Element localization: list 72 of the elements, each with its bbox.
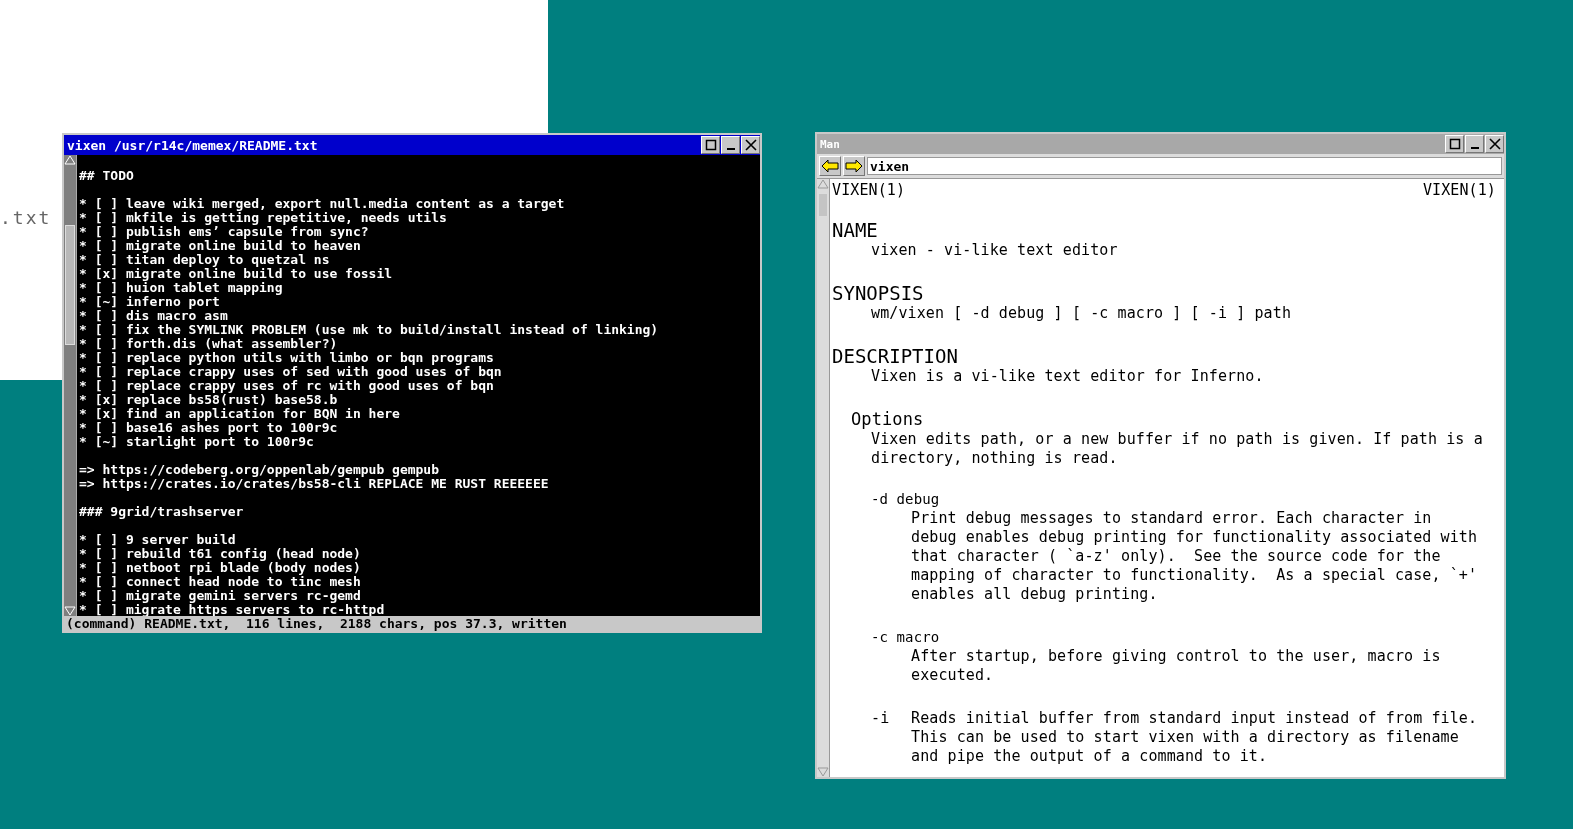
maximize-button[interactable] xyxy=(1445,135,1464,153)
scrollbar[interactable] xyxy=(64,155,77,616)
window-title: vixen /usr/r14c/memex/README.txt xyxy=(67,137,318,153)
text-line: * [ ] connect head node to tinc mesh xyxy=(79,575,362,589)
minimize-button[interactable] xyxy=(1465,135,1484,153)
minimize-button[interactable] xyxy=(721,136,740,154)
right-arrow-icon xyxy=(845,159,863,173)
text-line: * [ ] fix the SYMLINK PROBLEM (use mk to build/install instead of linking) xyxy=(79,323,660,337)
option-name: -d debug xyxy=(871,490,940,509)
text-line: * [ ] netboot rpi blade (body nodes) xyxy=(79,561,362,575)
minimize-icon xyxy=(726,148,735,150)
maximize-button[interactable] xyxy=(701,136,720,154)
text-line: * [ ] rebuild t61 config (head node) xyxy=(79,547,362,561)
scrollbar[interactable] xyxy=(817,179,830,777)
section-heading: SYNOPSIS xyxy=(832,282,925,304)
option-name: -i xyxy=(871,709,891,728)
window-title: Man xyxy=(820,137,840,151)
text-line: * [ ] base16 ashes port to 100r9c xyxy=(79,421,339,435)
text-line: * [ ] migrate gemini servers rc-gemd xyxy=(79,589,362,603)
scroll-down-icon xyxy=(817,767,829,777)
subsection-heading: Options xyxy=(851,408,925,430)
page-header: VIXEN(1) xyxy=(1422,181,1496,200)
maximize-icon xyxy=(1448,138,1461,150)
text-line: * [ ] migrate https servers to rc-httpd xyxy=(79,603,386,616)
close-icon xyxy=(1488,138,1501,150)
text-line: * [ ] dis macro asm xyxy=(79,309,229,323)
text-line: => https://crates.io/crates/bs58-cli REPLACE ME RUST REEEEEE xyxy=(79,477,550,491)
option-description: Print debug messages to standard error. Each character in debug enables debug printing for functionality associated with that character ( `a-z' only). See the source code for the mapping of character to functionality. As a special case, `+' enables all debug printing. xyxy=(911,509,1478,604)
text-line: * [x] migrate online build to use fossil xyxy=(79,267,394,281)
option-description: Reads initial buffer from standard input instead of from file. This can be used to start vixen with a directory as filename and pipe the output of a command to it. xyxy=(911,709,1478,766)
paragraph: wm/vixen [ -d debug ] [ -c macro ] [ -i ] path xyxy=(871,304,1292,323)
option-name: -c macro xyxy=(871,628,940,647)
text-line: * [ ] publish ems’ capsule from sync? xyxy=(79,225,370,239)
forward-button[interactable] xyxy=(843,156,865,176)
text-line: ### 9grid/trashserver xyxy=(79,505,245,519)
text-line: ## TODO xyxy=(79,169,135,183)
text-line: * [ ] mkfile is getting repetitive, needs utils xyxy=(79,211,448,225)
paragraph: Vixen is a vi-like text editor for Inferno. xyxy=(871,367,1265,386)
left-arrow-icon xyxy=(821,159,839,173)
page-header: VIXEN(1) xyxy=(832,181,906,200)
status-bar: (command) README.txt, 116 lines, 2188 chars, pos 37.3, written xyxy=(64,616,760,631)
scroll-thumb[interactable] xyxy=(818,193,828,217)
back-button[interactable] xyxy=(819,156,841,176)
text-line: * [ ] replace crappy uses of rc with good uses of bqn xyxy=(79,379,494,393)
scroll-down-icon xyxy=(64,606,76,616)
section-heading: DESCRIPTION xyxy=(832,345,959,367)
text-line: * [ ] replace crappy uses of sed with good uses of bqn xyxy=(79,365,503,379)
option-description: After startup, before giving control to the user, macro is executed. xyxy=(911,647,1441,685)
text-line: * [ ] forth.dis (what assembler?) xyxy=(79,337,339,351)
close-icon xyxy=(744,139,757,151)
text-line: * [ ] huion tablet mapping xyxy=(79,281,284,295)
text-line: * [ ] titan deploy to quetzal ns xyxy=(79,253,331,267)
text-line: * [~] starlight port to 100r9c xyxy=(79,435,315,449)
text-line: * [x] replace bs58(rust) base58.b xyxy=(79,393,339,407)
close-button[interactable] xyxy=(741,136,760,154)
paragraph: vixen - vi-like text editor xyxy=(871,241,1119,260)
scroll-thumb[interactable] xyxy=(65,225,75,345)
minimize-icon xyxy=(1470,147,1479,149)
text-line: => https://codeberg.org/oppenlab/gempub gempub xyxy=(79,463,441,477)
text-line: * [ ] replace python utils with limbo or bqn programs xyxy=(79,351,495,365)
text-line: * [ ] leave wiki merged, export null.media content as a target xyxy=(79,197,566,211)
text-line: * [x] find an application for BQN in here xyxy=(79,407,401,421)
paragraph: Vixen edits path, or a new buffer if no path is given. If path is a directory, nothing is read. xyxy=(871,430,1484,468)
section-heading: NAME xyxy=(832,219,879,241)
address-field[interactable]: vixen xyxy=(867,157,1502,175)
file-name-text: .txt xyxy=(0,207,52,228)
text-line: * [ ] migrate online build to heaven xyxy=(79,239,361,253)
close-button[interactable] xyxy=(1485,135,1504,153)
text-line: * [ ] 9 server build xyxy=(79,533,237,547)
text-line: * [~] inferno port xyxy=(79,295,221,309)
scroll-up-icon xyxy=(64,155,76,165)
maximize-icon xyxy=(704,139,717,151)
